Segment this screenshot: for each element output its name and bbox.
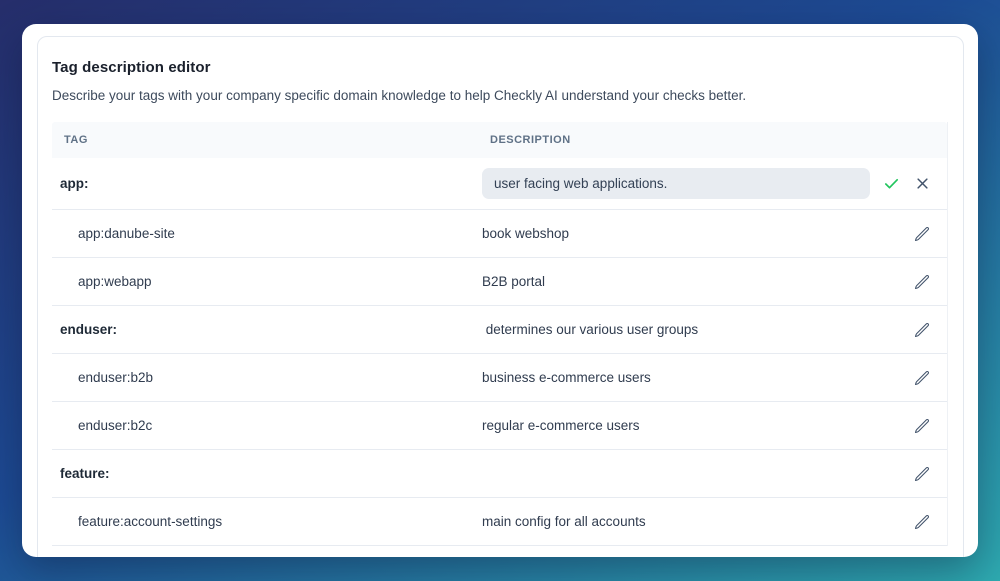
pencil-icon — [914, 514, 930, 530]
table-row: feature: — [52, 450, 947, 498]
pencil-icon — [914, 322, 930, 338]
edit-button[interactable] — [911, 271, 933, 293]
table-header: TAG DESCRIPTION — [52, 122, 947, 158]
description-cell: B2B portal — [482, 274, 875, 289]
description-input[interactable] — [482, 168, 870, 199]
edit-button[interactable] — [911, 463, 933, 485]
edit-button[interactable] — [911, 223, 933, 245]
description-text: business e-commerce users — [482, 370, 651, 385]
row-actions — [875, 271, 947, 293]
tag-label: feature: — [60, 466, 110, 481]
row-actions — [875, 319, 947, 341]
edit-button[interactable] — [911, 415, 933, 437]
tag-label: feature:account-settings — [78, 514, 223, 529]
row-actions — [875, 415, 947, 437]
page-subtitle: Describe your tags with your company spe… — [52, 88, 747, 103]
tag-label: enduser:b2b — [78, 370, 154, 385]
row-actions — [875, 463, 947, 485]
edit-button[interactable] — [911, 319, 933, 341]
pencil-icon — [914, 370, 930, 386]
cancel-button[interactable] — [911, 173, 933, 195]
row-actions — [875, 173, 947, 195]
tag-editor-panel: Tag description editor Describe your tag… — [37, 36, 964, 557]
tag-table: TAG DESCRIPTION app: user facing web app… — [52, 122, 948, 546]
pencil-icon — [914, 418, 930, 434]
table-row: app: — [52, 158, 947, 210]
tag-editor-card: Tag description editor Describe your tag… — [22, 24, 978, 557]
tag-label: app:webapp — [78, 274, 152, 289]
pencil-icon — [914, 466, 930, 482]
row-actions — [875, 511, 947, 533]
description-cell: determines our various user groups — [482, 322, 875, 337]
check-icon — [883, 175, 900, 192]
table-row: enduser:b2b business e-commerce users — [52, 354, 947, 402]
header-cell-description: DESCRIPTION — [490, 134, 571, 146]
header-cell-tag: TAG — [64, 134, 88, 146]
row-actions — [875, 367, 947, 389]
table-row: app:danube-site book webshop — [52, 210, 947, 258]
table-row: enduser: determines our various user gro… — [52, 306, 947, 354]
tag-label: app:danube-site — [78, 226, 175, 241]
tag-label: enduser: — [60, 322, 118, 337]
pencil-icon — [914, 226, 930, 242]
edit-button[interactable] — [911, 511, 933, 533]
description-text: main config for all accounts — [482, 514, 646, 529]
table-row: enduser:b2c regular e-commerce users — [52, 402, 947, 450]
pencil-icon — [914, 274, 930, 290]
description-text: book webshop — [482, 226, 570, 241]
table-row: feature:account-settings main config for… — [52, 498, 947, 546]
description-cell: business e-commerce users — [482, 370, 875, 385]
description-text: determines our various user groups — [482, 322, 699, 337]
x-icon — [915, 176, 930, 191]
row-actions — [875, 223, 947, 245]
page-title: Tag description editor — [52, 59, 211, 76]
edit-button[interactable] — [911, 367, 933, 389]
table-body: app: user facing web applications. app:d… — [52, 158, 947, 546]
tag-label: app: — [60, 176, 89, 191]
tag-label: enduser:b2c — [78, 418, 153, 433]
confirm-button[interactable] — [880, 173, 902, 195]
description-cell — [482, 168, 875, 199]
description-cell: book webshop — [482, 226, 875, 241]
table-row: app:webapp B2B portal — [52, 258, 947, 306]
description-text: regular e-commerce users — [482, 418, 640, 433]
description-cell: main config for all accounts — [482, 514, 875, 529]
description-cell: regular e-commerce users — [482, 418, 875, 433]
description-text: B2B portal — [482, 274, 546, 289]
